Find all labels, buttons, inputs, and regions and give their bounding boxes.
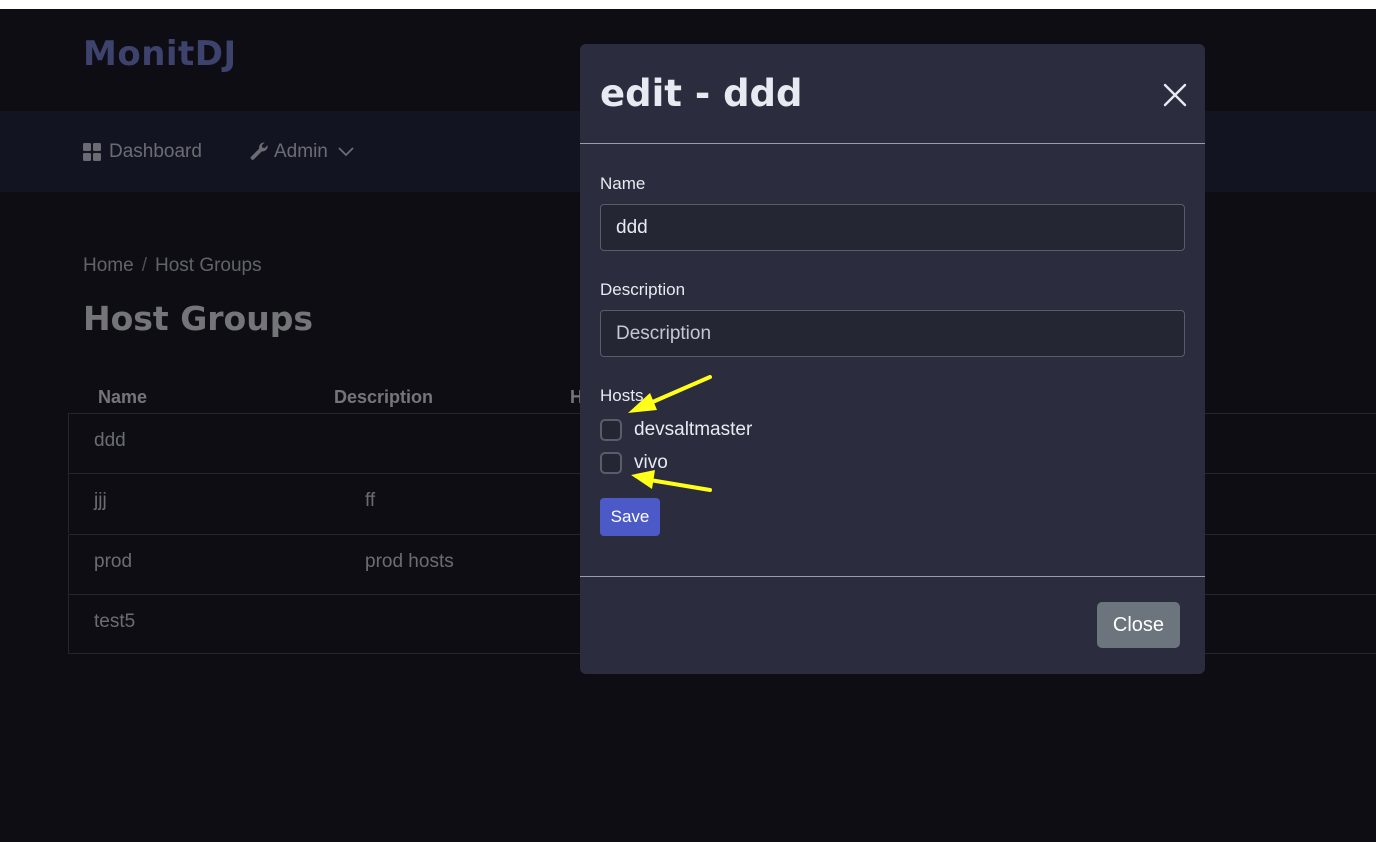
close-button[interactable]: Close <box>1097 602 1180 648</box>
edit-modal: edit - ddd Name Description Hosts devsal… <box>580 44 1205 674</box>
host-option-label: devsaltmaster <box>634 419 753 440</box>
description-label: Description <box>600 280 686 299</box>
modal-header: edit - ddd <box>580 44 1205 144</box>
modal-title: edit - ddd <box>600 72 803 115</box>
modal-footer-divider <box>580 576 1205 577</box>
hosts-label: Hosts <box>600 386 644 405</box>
host-option-devsaltmaster[interactable]: devsaltmaster <box>600 417 752 443</box>
name-input[interactable] <box>600 204 1185 251</box>
save-button[interactable]: Save <box>600 498 660 536</box>
name-label: Name <box>600 174 646 193</box>
host-option-vivo[interactable]: vivo <box>600 450 668 476</box>
host-option-label: vivo <box>634 452 668 473</box>
close-icon[interactable] <box>1160 80 1190 110</box>
host-checkbox[interactable] <box>600 419 622 441</box>
app-root: MonitDJ Dashboard Admin <box>0 9 1376 842</box>
host-checkbox[interactable] <box>600 452 622 474</box>
description-input[interactable] <box>600 310 1185 357</box>
